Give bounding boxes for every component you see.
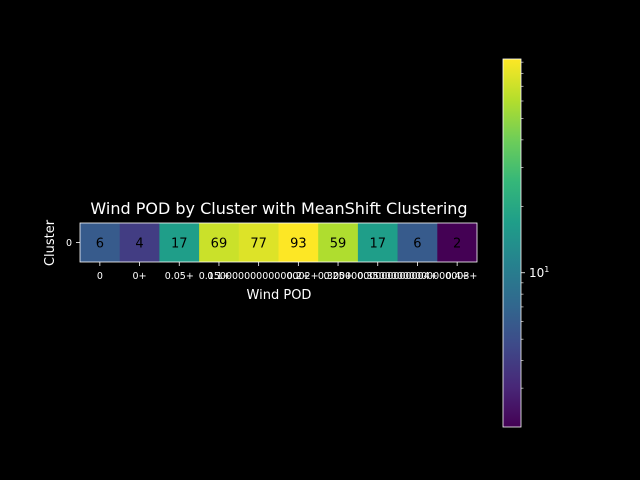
cell-value-label: 69: [211, 237, 228, 252]
colorbar: [502, 58, 522, 428]
y-tick-label: 0: [66, 238, 72, 249]
cell-value-label: 17: [369, 237, 386, 252]
x-tick-label: 0.05+: [165, 271, 194, 282]
x-axis-label: Wind POD: [247, 288, 312, 303]
colorbar-ticks: 101: [521, 61, 549, 389]
cell-value-label: 4: [135, 237, 143, 252]
x-tick-label: 0.2+: [287, 271, 310, 282]
cell-value-label: 59: [330, 237, 347, 252]
cell-value-label: 77: [250, 237, 267, 252]
cell-value-label: 2: [453, 237, 461, 252]
x-tick-label: 0: [97, 271, 103, 282]
chart-title: Wind POD by Cluster with MeanShift Clust…: [90, 199, 467, 218]
cell-value-label: 17: [171, 237, 188, 252]
cell-value-label: 6: [96, 237, 104, 252]
y-axis-ticks: 0: [66, 238, 80, 249]
x-tick-label: 0.4+: [446, 271, 469, 282]
heatmap: 6 4 17 69 77 93 59 17 6 2: [80, 223, 478, 262]
x-tick-label: 0+: [133, 271, 147, 282]
y-axis-label: Cluster: [43, 219, 58, 266]
x-axis-ticks: 0 0+ 0.05+ 0.1+0.15000000000000002+0.2+ 0.25…: [97, 262, 477, 282]
figure: Wind POD by Cluster with MeanShift Clust…: [43, 58, 549, 428]
colorbar-tick-label: 101: [529, 265, 549, 280]
cell-value-label: 93: [290, 237, 307, 252]
cell-value-label: 6: [413, 237, 421, 252]
